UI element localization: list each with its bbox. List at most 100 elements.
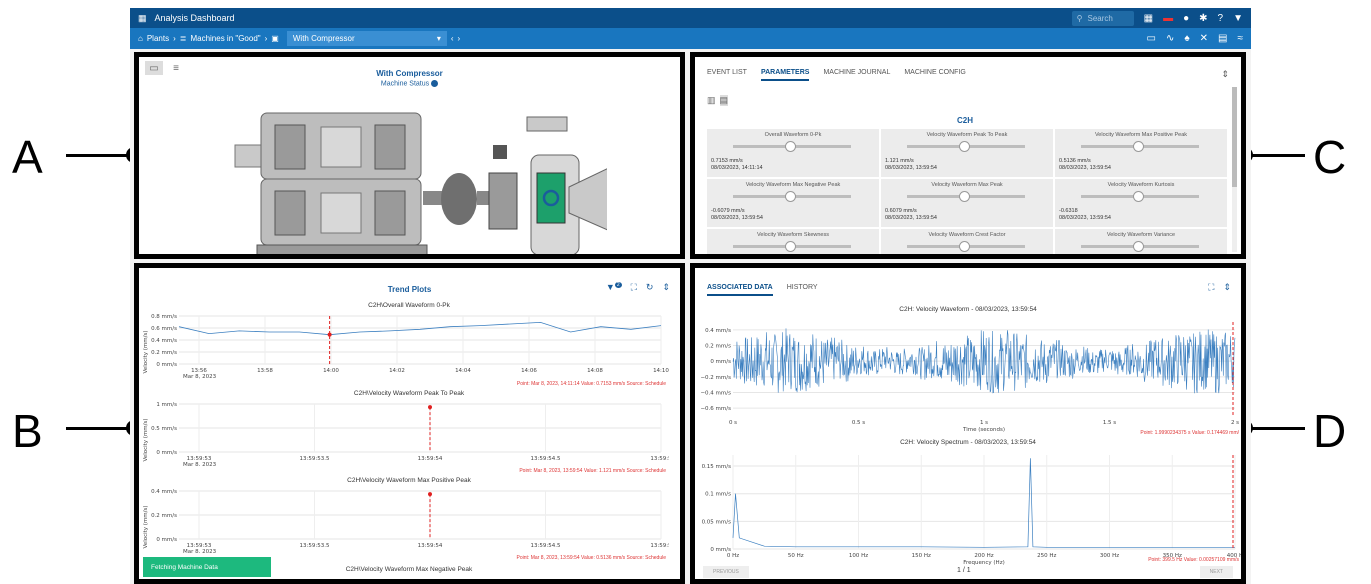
x-tick-label: 14:00 [323,368,339,374]
x-tick-label: 0.5 s [852,420,865,426]
filter-icon[interactable]: ▼ [1233,13,1243,24]
prev-machine-icon[interactable]: ‹ [451,34,454,43]
settings-gear-icon[interactable]: ✱ [1199,13,1207,24]
param-card[interactable]: Velocity Waveform Variance [1055,229,1227,254]
card-icon[interactable]: ▭ [1147,33,1156,44]
panel-trend-plots: Trend Plots ▼ 2 ⛶ ↻ ⇕ C2H\Overall Wavefor… [134,263,685,584]
y-tick-label: 0 mm/s [710,359,731,365]
expand-collapse-icon[interactable]: ⇕ [1223,282,1231,293]
book-icon[interactable]: ▤ [1218,33,1227,44]
next-machine-icon[interactable]: › [458,34,461,43]
y-tick-label: 0 mm/s [156,362,177,368]
search-input[interactable]: ⚲ Search [1071,10,1134,26]
parameter-tabs: EVENT LIST PARAMETERS MACHINE JOURNAL MA… [695,57,1241,81]
view-toggle: ▭ ≡ [145,61,185,75]
home-icon[interactable]: ⌂ [138,34,143,43]
param-slider [733,191,851,202]
data-point [428,492,432,497]
x-tick-label: 14:08 [587,368,603,374]
chart-icon[interactable]: ≈ [1238,33,1244,44]
monitor-view-icon[interactable]: ▭ [145,61,163,75]
trend-chart-peak-to-peak[interactable]: Velocity (mm/s) 1 mm/s 0.5 mm/s 0 mm/s 13:59… [139,400,669,466]
x-tick-label: 14:04 [455,368,471,374]
bearing-3 [274,190,306,236]
card-view-icon[interactable]: ▤ [719,95,729,106]
table-view-icon[interactable]: ▥ [707,95,716,106]
scrollbar[interactable] [1232,87,1237,252]
tab-parameters[interactable]: PARAMETERS [760,69,810,81]
y-tick-label: 0.6 mm/s [151,326,177,332]
plot-footer: Point: 1.9990234375 s Value: 0.174469 mm… [1140,430,1239,436]
pulse-icon[interactable]: ∿ [1166,33,1174,44]
previous-button[interactable]: PREVIOUS [703,566,749,578]
param-card[interactable]: Velocity Waveform Max Negative Peak -0.60… [707,179,879,227]
tab-event-list[interactable]: EVENT LIST [707,69,747,81]
tab-machine-config[interactable]: MACHINE CONFIG [904,69,965,81]
param-card[interactable]: Velocity Waveform Skewness [707,229,879,254]
help-icon[interactable]: ? [1218,13,1224,24]
annotated-screenshot: A B C D ▦ Analysis Dashboard ⚲ Search ▦ … [0,0,1371,584]
x-tick-label: 2 s [1231,420,1239,426]
machine-status[interactable]: Machine Status [139,80,680,87]
tab-associated-data[interactable]: ASSOCIATED DATA [707,284,773,296]
filter-icon[interactable]: ▼ 2 [606,282,622,293]
filter-count-badge: 2 [614,282,622,288]
machine-title: With Compressor [376,69,443,78]
refresh-icon[interactable]: ↻ [646,282,654,293]
trend-chart-overall[interactable]: Velocity (mm/s) 0.8 mm/s 0.6 mm/s 0.4 mm/s 0… [139,312,669,380]
top-bar: ▦ Analysis Dashboard ⚲ Search ▦ ▬ ● ✱ ? … [130,8,1251,28]
param-card[interactable]: Velocity Waveform Crest Factor [881,229,1053,254]
param-card[interactable]: Velocity Waveform Max Peak 0.6079 mm/s 08/… [881,179,1053,227]
x-tick-label: 13:59:54 [418,456,443,462]
slider-knob [785,191,796,202]
param-card[interactable]: Overall Waveform 0-Pk 0.7153 mm/s 08/03/20… [707,129,879,177]
y-tick-label: 0.4 mm/s [705,328,731,334]
x-tick-label: 13:59:54 [418,543,443,549]
x-tick-label: 0 s [729,420,737,426]
machine-select[interactable]: With Compressor ▾ [286,31,447,46]
flag-icon[interactable]: ▬ [1163,13,1173,24]
tab-machine-journal[interactable]: MACHINE JOURNAL [823,69,890,81]
param-name: Overall Waveform 0-Pk [764,132,822,138]
x-tick-label: 200 Hz [974,553,993,559]
x-tick-label: 100 Hz [849,553,868,559]
expand-collapse-icon[interactable]: ⇕ [1221,69,1229,80]
scrollbar-thumb[interactable] [1232,87,1237,187]
list-view-icon[interactable]: ≡ [167,61,185,75]
slider-knob [1133,191,1144,202]
compressor-top [526,116,568,132]
apps-grid-icon[interactable]: ▦ [1144,13,1153,24]
param-card[interactable]: Velocity Waveform Peak To Peak 1.121 mm/s… [881,129,1053,177]
tools-icon[interactable]: ✕ [1200,33,1208,44]
plot-title: C2H\Overall Waveform 0-Pk [368,302,450,309]
y-tick-label: 0.1 mm/s [705,492,731,498]
x-tick-label: 1 s [980,420,988,426]
y-tick-label: 0.5 mm/s [151,426,177,432]
param-card[interactable]: Velocity Waveform Max Positive Peak 0.513… [1055,129,1227,177]
spectrum-chart[interactable]: 0.15 mm/s0.1 mm/s0.05 mm/s0 mm/s0 Hz 50 H… [695,449,1241,569]
bell-icon[interactable]: ♠ [1184,33,1189,44]
y-tick-label: 0.4 mm/s [151,489,177,495]
breadcrumb-machines[interactable]: Machines in "Good" [190,34,260,43]
param-slider [907,141,1025,152]
parameter-grid: Overall Waveform 0-Pk 0.7153 mm/s 08/03/20… [707,129,1239,254]
search-placeholder: Search [1087,13,1113,23]
plot-title: C2H: Velocity Waveform - 08/03/2023, 13:… [899,306,1037,313]
callout-c-line [1245,154,1305,157]
gearbox-bearing [488,172,518,230]
tab-history[interactable]: HISTORY [787,284,818,296]
breadcrumb-plants[interactable]: Plants [147,34,169,43]
param-value: -0.6079 mm/s [711,208,745,214]
fullscreen-icon[interactable]: ⛶ [1208,282,1214,293]
callout-b-line [66,427,134,430]
user-icon[interactable]: ● [1183,13,1189,24]
waveform-chart[interactable]: 0.4 mm/s 0.2 mm/s 0 mm/s −0.2 mm/s −0.4 mm/s… [695,316,1241,436]
next-button[interactable]: NEXT [1199,566,1233,578]
trend-chart-max-positive[interactable]: Velocity (mm/s) 0.4 mm/s 0.2 mm/s 0 mm/s 13:… [139,487,669,553]
fullscreen-icon[interactable]: ⛶ [631,282,637,293]
param-date: 08/03/2023, 13:59:54 [1059,215,1111,221]
associated-tabs: ASSOCIATED DATA HISTORY [695,268,1241,296]
expand-collapse-icon[interactable]: ⇕ [662,282,670,293]
param-card[interactable]: Velocity Waveform Kurtosis -0.6318 08/03/2… [1055,179,1227,227]
slider-knob [959,191,970,202]
